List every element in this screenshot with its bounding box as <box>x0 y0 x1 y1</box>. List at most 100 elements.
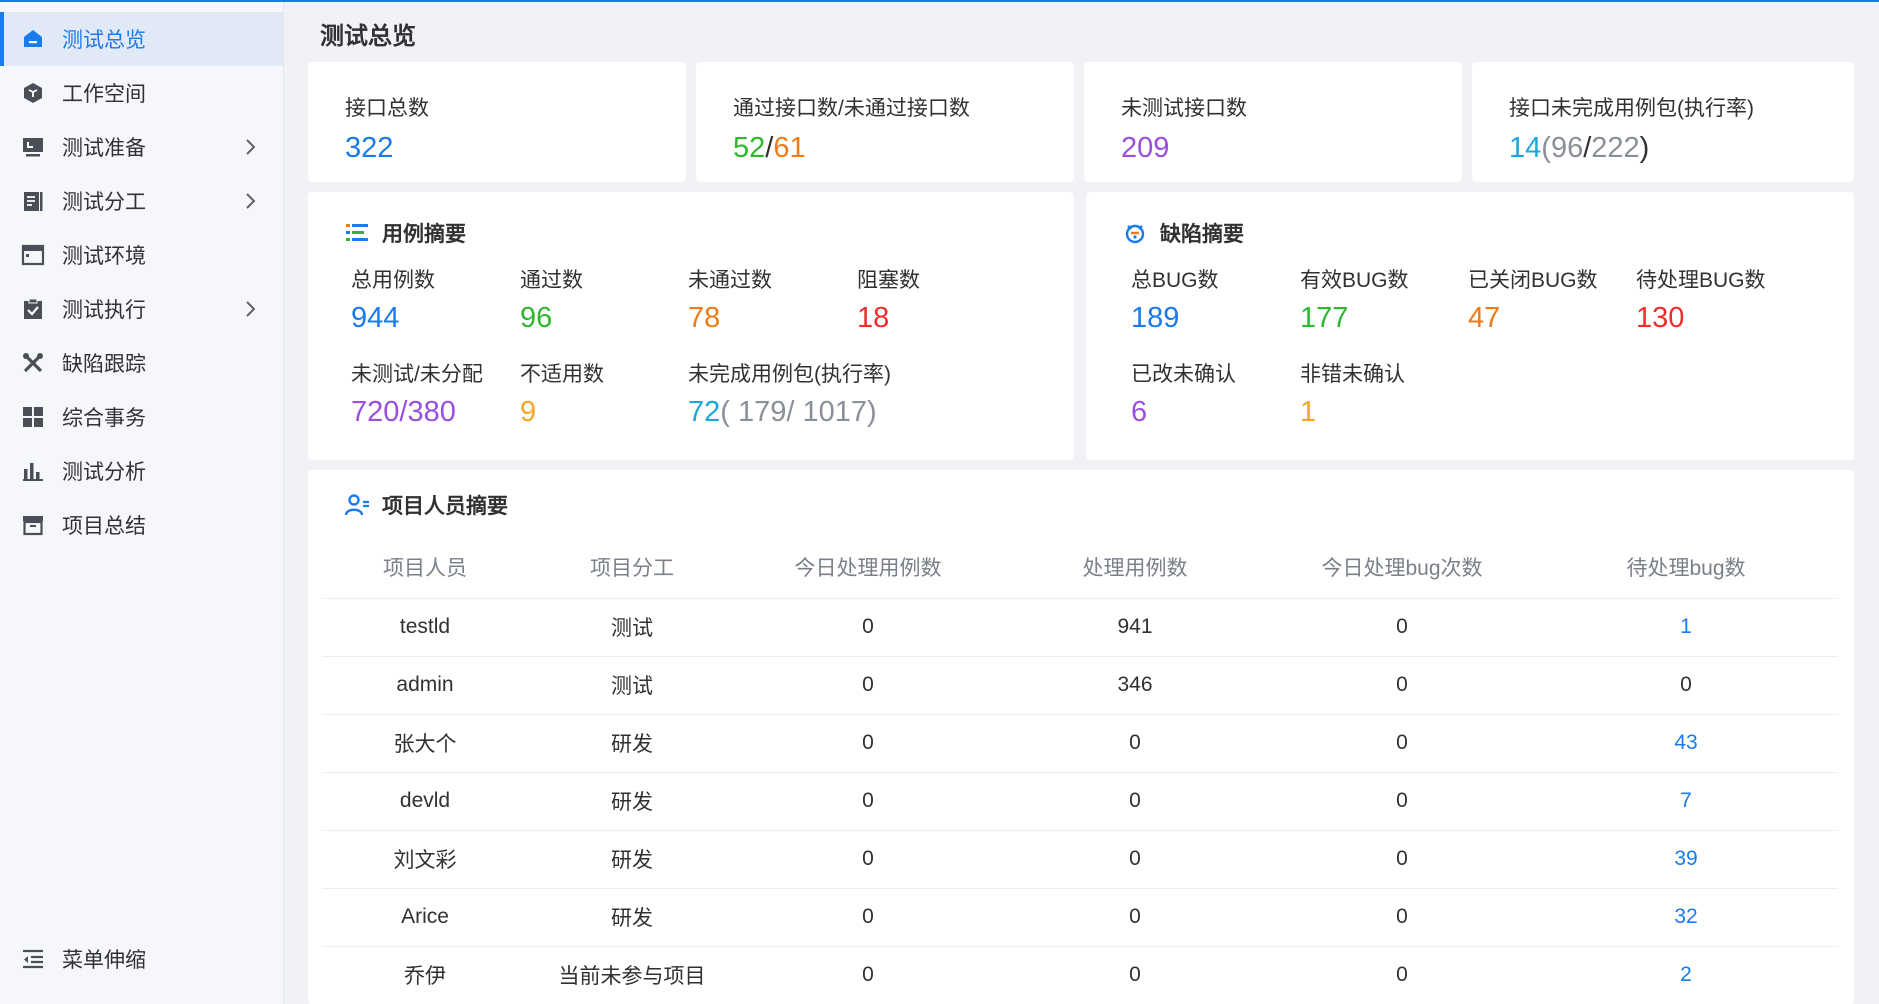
cell-role: 测试 <box>528 656 736 715</box>
metric-value: 130 <box>1636 302 1685 334</box>
stat-card-api-incomplete: 接口未完成用例包(执行率) 14(96/222) <box>1472 62 1854 182</box>
sidebar-item-overview[interactable]: 测试总览 <box>0 12 283 66</box>
stat-value: 209 <box>1121 132 1170 164</box>
total-count: 222 <box>1591 132 1640 164</box>
metric-value: 720/380 <box>351 396 456 428</box>
column-header[interactable]: 项目分工 <box>528 536 736 599</box>
metric-incomplete-packages: 未完成用例包(执行率) 72( 179/ 1017) <box>688 358 891 429</box>
menu-collapse-label: 菜单伸缩 <box>62 949 146 972</box>
metric-valid-bugs: 有效BUG数 177 <box>1300 264 1409 335</box>
metric-value: 9 <box>520 396 537 428</box>
cell-name: 张大个 <box>322 714 528 773</box>
metric-value: 6 <box>1131 396 1148 428</box>
sidebar-item-label: 工作空间 <box>62 83 146 106</box>
metric-value: 177 <box>1300 302 1349 334</box>
cell-pending-bugs-link[interactable]: 43 <box>1534 714 1838 773</box>
tools-icon <box>20 350 46 376</box>
metric-value: 72( 179/ 1017) <box>688 396 891 429</box>
sidebar: 测试总览 工作空间 测试准备 测试分工 测试环境 测试执行 缺陷跟踪 综合事务 … <box>0 2 284 1004</box>
sidebar-item-prepare[interactable]: 测试准备 <box>0 120 283 174</box>
sidebar-item-summary[interactable]: 项目总结 <box>0 498 283 552</box>
section-title-text: 用例摘要 <box>382 223 466 246</box>
table-row: 刘文彩 研发 0 0 0 39 <box>322 830 1838 889</box>
cell-cases: 0 <box>1000 830 1270 889</box>
cell-pending-bugs-link[interactable]: 1 <box>1534 598 1838 657</box>
table-row: testld 测试 0 941 0 1 <box>322 598 1838 657</box>
incomplete-count: 72 <box>688 396 721 428</box>
cell-today-cases: 0 <box>736 888 1000 947</box>
metric-na-cases: 不适用数 9 <box>520 358 604 429</box>
column-header[interactable]: 今日处理用例数 <box>736 536 1000 599</box>
metric-label: 未测试/未分配 <box>351 363 483 386</box>
bug-icon <box>1122 220 1148 246</box>
metric-value: 1 <box>1300 396 1317 428</box>
column-header[interactable]: 今日处理bug次数 <box>1270 536 1534 599</box>
table-row: devld 研发 0 0 0 7 <box>322 772 1838 831</box>
indent-icon <box>20 946 46 972</box>
metric-value: 96 <box>520 302 553 334</box>
cell-pending-bugs-link[interactable]: 2 <box>1534 946 1838 1004</box>
cell-pending-bugs: 0 <box>1534 656 1838 715</box>
table-header-row: 项目人员 项目分工 今日处理用例数 处理用例数 今日处理bug次数 待处理bug… <box>322 536 1838 599</box>
metric-label: 总用例数 <box>351 269 435 292</box>
stat-card-untested-api: 未测试接口数 209 <box>1084 62 1462 182</box>
column-header[interactable]: 项目人员 <box>322 536 528 599</box>
sidebar-item-affairs[interactable]: 综合事务 <box>0 390 283 444</box>
page-title: 测试总览 <box>320 23 416 50</box>
cell-cases: 941 <box>1000 598 1270 657</box>
stat-value: 52/61 <box>733 132 806 165</box>
cell-pending-bugs-link[interactable]: 7 <box>1534 772 1838 831</box>
clipboard-check-icon <box>20 296 46 322</box>
bug-summary-card: 缺陷摘要 总BUG数 189 有效BUG数 177 已关闭BUG数 47 待处理… <box>1086 192 1854 460</box>
sidebar-item-defects[interactable]: 缺陷跟踪 <box>0 336 283 390</box>
staff-table-body: testld 测试 0 941 0 1 admin 测试 0 346 0 0 张… <box>322 598 1838 1004</box>
cell-name: devld <box>322 772 528 831</box>
archive-icon <box>20 512 46 538</box>
column-header[interactable]: 处理用例数 <box>1000 536 1270 599</box>
incomplete-rest: ( 179/ 1017) <box>720 396 877 428</box>
stat-label: 接口未完成用例包(执行率) <box>1509 97 1754 120</box>
sidebar-item-assign[interactable]: 测试分工 <box>0 174 283 228</box>
bug-summary-title: 缺陷摘要 <box>1122 218 1244 248</box>
sidebar-item-label: 测试分析 <box>62 461 146 484</box>
stat-label: 接口总数 <box>345 97 429 120</box>
cell-name: admin <box>322 656 528 715</box>
chevron-right-icon[interactable] <box>239 298 261 320</box>
metric-value: 944 <box>351 302 400 334</box>
cell-name: 刘文彩 <box>322 830 528 889</box>
metric-blocked-cases: 阻塞数 18 <box>857 264 920 335</box>
sidebar-item-label: 测试总览 <box>62 29 146 52</box>
cell-today-cases: 0 <box>736 946 1000 1004</box>
column-header[interactable]: 待处理bug数 <box>1534 536 1838 599</box>
section-title-text: 缺陷摘要 <box>1160 223 1244 246</box>
metric-total-cases: 总用例数 944 <box>351 264 435 335</box>
metric-pending-bugs: 待处理BUG数 130 <box>1636 264 1766 335</box>
document-icon <box>20 188 46 214</box>
cell-cases: 0 <box>1000 888 1270 947</box>
metric-total-bugs: 总BUG数 189 <box>1131 264 1219 335</box>
table-row: 乔伊 当前未参与项目 0 0 0 2 <box>322 946 1838 1004</box>
sidebar-item-workspace[interactable]: 工作空间 <box>0 66 283 120</box>
metric-label: 非错未确认 <box>1300 363 1405 386</box>
cell-today-cases: 0 <box>736 598 1000 657</box>
cell-role: 研发 <box>528 714 736 773</box>
cell-cases: 0 <box>1000 772 1270 831</box>
app-root: 测试总览 工作空间 测试准备 测试分工 测试环境 测试执行 缺陷跟踪 综合事务 … <box>0 0 1879 1004</box>
sidebar-item-environment[interactable]: 测试环境 <box>0 228 283 282</box>
sidebar-item-label: 测试准备 <box>62 137 146 160</box>
metric-label: 已改未确认 <box>1131 363 1236 386</box>
chevron-right-icon[interactable] <box>239 190 261 212</box>
sidebar-item-execute[interactable]: 测试执行 <box>0 282 283 336</box>
cell-today-bugs: 0 <box>1270 772 1534 831</box>
cell-cases: 346 <box>1000 656 1270 715</box>
cell-today-bugs: 0 <box>1270 656 1534 715</box>
users-icon <box>344 492 370 518</box>
cell-pending-bugs-link[interactable]: 32 <box>1534 888 1838 947</box>
metric-notbug-unconfirmed: 非错未确认 1 <box>1300 358 1405 429</box>
chevron-right-icon[interactable] <box>239 136 261 158</box>
menu-collapse-button[interactable]: 菜单伸缩 <box>0 934 283 984</box>
cell-pending-bugs-link[interactable]: 39 <box>1534 830 1838 889</box>
sidebar-item-analysis[interactable]: 测试分析 <box>0 444 283 498</box>
cell-cases: 0 <box>1000 946 1270 1004</box>
sidebar-item-label: 测试执行 <box>62 299 146 322</box>
